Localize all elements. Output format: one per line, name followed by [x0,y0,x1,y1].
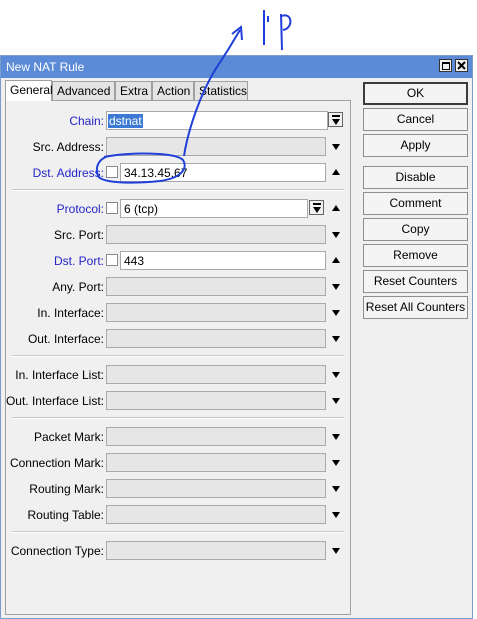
dst-port-negate-checkbox[interactable] [106,254,118,266]
src-port-field[interactable] [106,225,326,244]
dst-port-field[interactable]: 443 [120,251,326,270]
packet-mark-label: Packet Mark: [33,430,104,444]
chain-value: dstnat [108,114,143,128]
out-interface-list-row: Out. Interface List: [6,391,352,411]
dst-address-label: Dst. Address: [32,166,104,180]
collapse-up-icon[interactable] [332,205,340,211]
divider [12,355,344,357]
expand-down-icon[interactable] [332,284,340,290]
out-interface-label: Out. Interface: [27,332,104,346]
divider [12,189,344,191]
src-address-row: Src. Address: [6,137,352,157]
chevron-down-icon [313,207,321,213]
src-address-field[interactable] [106,137,326,156]
reset-all-counters-button[interactable]: Reset All Counters [363,296,468,319]
expand-down-icon[interactable] [332,486,340,492]
out-interface-field[interactable] [106,329,326,348]
connection-type-label: Connection Type: [10,544,104,558]
expand-down-icon[interactable] [332,460,340,466]
in-interface-list-field[interactable] [106,365,326,384]
expand-down-icon[interactable] [332,548,340,554]
out-interface-row: Out. Interface: [6,329,352,349]
packet-mark-field[interactable] [106,427,326,446]
routing-table-label: Routing Table: [27,508,105,522]
maximize-icon[interactable] [439,59,452,72]
expand-down-icon[interactable] [332,434,340,440]
cancel-button[interactable]: Cancel [363,108,468,131]
protocol-select[interactable]: 6 (tcp) [120,199,308,218]
chain-row: Chain: dstnat [6,111,352,131]
chain-select[interactable]: dstnat [106,111,328,130]
any-port-field[interactable] [106,277,326,296]
any-port-row: Any. Port: [6,277,352,297]
in-interface-label: In. Interface: [37,306,104,320]
general-panel: Chain: dstnat Src. Address: Dst. Address… [5,100,351,615]
tab-general[interactable]: General [5,80,53,101]
dst-address-negate-checkbox[interactable] [106,166,118,178]
out-interface-list-field[interactable] [106,391,326,410]
comment-button[interactable]: Comment [363,192,468,215]
connection-type-field[interactable] [106,541,326,560]
out-interface-list-label: Out. Interface List: [5,394,104,408]
connection-mark-row: Connection Mark: [6,453,352,473]
packet-mark-row: Packet Mark: [6,427,352,447]
chain-label: Chain: [69,114,104,128]
in-interface-row: In. Interface: [6,303,352,323]
apply-button[interactable]: Apply [363,134,468,157]
title-bar[interactable]: New NAT Rule [1,56,472,78]
divider [12,531,344,533]
protocol-negate-checkbox[interactable] [106,202,118,214]
disable-button[interactable]: Disable [363,166,468,189]
expand-down-icon[interactable] [332,372,340,378]
in-interface-list-row: In. Interface List: [6,365,352,385]
tab-extra[interactable]: Extra [115,81,152,100]
dst-port-label: Dst. Port: [53,254,104,268]
connection-mark-label: Connection Mark: [9,456,104,470]
expand-down-icon[interactable] [332,398,340,404]
src-address-label: Src. Address: [32,140,104,154]
expand-down-icon[interactable] [332,336,340,342]
in-interface-list-label: In. Interface List: [15,368,104,382]
expand-down-icon[interactable] [332,310,340,316]
in-interface-field[interactable] [106,303,326,322]
src-port-label: Src. Port: [53,228,104,242]
expand-down-icon[interactable] [332,512,340,518]
routing-table-row: Routing Table: [6,505,352,525]
window-title: New NAT Rule [6,60,85,74]
any-port-label: Any. Port: [52,280,104,294]
src-port-row: Src. Port: [6,225,352,245]
connection-type-row: Connection Type: [6,541,352,561]
ok-button[interactable]: OK [363,82,468,105]
nat-rule-window: New NAT Rule General Advanced Extra Acti… [0,55,473,619]
dst-address-row: Dst. Address: 34.13.45.67 [6,163,352,183]
dst-address-field[interactable]: 34.13.45.67 [120,163,326,182]
collapse-up-icon[interactable] [332,257,340,263]
routing-mark-row: Routing Mark: [6,479,352,499]
divider [12,417,344,419]
protocol-row: Protocol: 6 (tcp) [6,199,352,219]
dst-port-row: Dst. Port: 443 [6,251,352,271]
tab-action[interactable]: Action [152,81,194,100]
routing-mark-label: Routing Mark: [29,482,104,496]
protocol-dropdown-button[interactable] [309,200,324,215]
chevron-down-icon [332,119,340,125]
collapse-up-icon[interactable] [332,169,340,175]
close-icon[interactable] [455,59,468,72]
remove-button[interactable]: Remove [363,244,468,267]
copy-button[interactable]: Copy [363,218,468,241]
routing-mark-field[interactable] [106,479,326,498]
expand-down-icon[interactable] [332,232,340,238]
routing-table-field[interactable] [106,505,326,524]
expand-down-icon[interactable] [332,144,340,150]
reset-counters-button[interactable]: Reset Counters [363,270,468,293]
connection-mark-field[interactable] [106,453,326,472]
tab-statistics[interactable]: Statistics [194,81,248,100]
tab-advanced[interactable]: Advanced [52,81,115,100]
protocol-label: Protocol: [56,202,104,216]
chain-dropdown-button[interactable] [328,112,343,127]
